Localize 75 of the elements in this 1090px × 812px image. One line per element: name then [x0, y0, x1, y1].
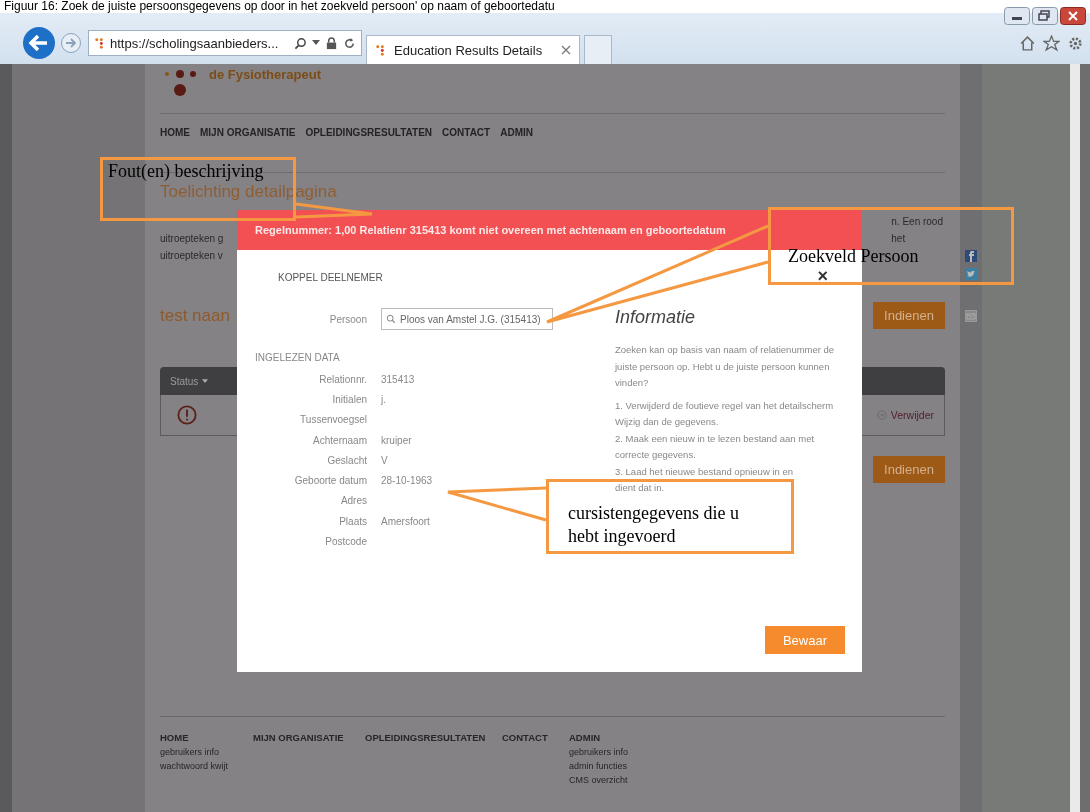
field-value: V [381, 454, 388, 466]
footer-heading[interactable]: HOME [160, 732, 253, 743]
section-label: INGELEZEN DATA [255, 352, 341, 363]
field-label: Relationnr. [318, 373, 367, 385]
field-label: Achternaam [312, 434, 367, 446]
field-label: Tussenvoegsel [299, 414, 367, 426]
document-caption: Figuur 16: Zoek de juiste persoonsgegevens op door in het zoekveld persoon' op naam of geboortedatu [3, 0, 556, 13]
field-value: j. [381, 393, 386, 405]
column-header[interactable]: Status [170, 375, 209, 387]
intro-text: uitroepteken v [160, 249, 224, 263]
intro-text: het [891, 232, 907, 246]
intro-text: n. Een rood [891, 215, 943, 229]
nav-link[interactable]: ADMIN [500, 127, 533, 138]
submit-button[interactable]: Indienen [873, 456, 945, 483]
section-title: test naan [160, 305, 230, 326]
lock-icon [325, 36, 338, 50]
info-step: dient dat in. [615, 480, 837, 497]
field-label: Persoon [328, 313, 367, 325]
settings-icon[interactable] [1067, 34, 1084, 52]
info-heading: Informatie [615, 307, 696, 328]
field-label: Plaats [338, 515, 367, 527]
search-icon [386, 314, 396, 324]
field-value: Amersfoort [381, 515, 430, 527]
footer-link[interactable]: admin functies [569, 761, 629, 771]
info-step: 2. Maak een nieuw in te lezen bestand aan met correcte gegevens. [615, 430, 837, 464]
alert-icon [177, 405, 197, 425]
info-text: Zoeken kan op basis van naam of relatienummer de juiste persoon op. Hebt u de juiste persoon kunnen vinden? [615, 343, 836, 390]
address-bar[interactable]: https://scholingsaanbieders... [88, 30, 362, 56]
nav-link[interactable]: OPLEIDINGSRESULTATEN [305, 127, 433, 138]
field-label: Adres [339, 495, 367, 507]
site-dots-icon [94, 36, 105, 50]
delete-link[interactable]: Verwijder [890, 409, 934, 421]
close-icon[interactable] [561, 45, 571, 55]
footer-heading[interactable]: ADMIN [569, 732, 629, 743]
footer-heading[interactable]: OPLEIDINGSRESULTATEN [365, 732, 502, 743]
star-icon[interactable] [1043, 34, 1060, 52]
footer-link[interactable]: CMS overzicht [569, 775, 629, 785]
close-icon[interactable] [1060, 7, 1086, 25]
refresh-icon[interactable] [343, 36, 356, 50]
field-label: Initialen [331, 393, 367, 405]
callout-text: Fout(en) beschrijving [108, 161, 264, 181]
search-icon[interactable] [294, 36, 307, 50]
field-value: kruiper [381, 434, 412, 446]
info-step: 1. Verwijderd de foutieve regel van het detailscherm Wijzig dan de gegevens. [615, 397, 837, 431]
field-label: Geslacht [326, 454, 367, 466]
field-value: 28-10-1963 [381, 475, 433, 487]
footer-link[interactable]: wachtwoord kwijt [160, 761, 253, 771]
facebook-icon[interactable] [965, 250, 977, 262]
restore-icon[interactable] [1032, 7, 1058, 25]
intro-text: uitroepteken g [160, 232, 224, 246]
dropdown-caret-icon[interactable] [312, 40, 320, 46]
sort-caret-icon [202, 378, 209, 384]
nav-link[interactable]: MIJN ORGANISATIE [200, 127, 296, 138]
browser-tab[interactable]: Education Results Details [366, 35, 580, 64]
footer-heading[interactable]: MIJN ORGANISATIE [253, 732, 365, 743]
close-button[interactable]: × [817, 267, 828, 285]
field-label: Geboorte datum [293, 475, 367, 487]
callout-text: cursistengegevens die u hebt ingevoerd [568, 502, 740, 548]
field-label: Postcode [324, 536, 367, 547]
site-dots-icon [375, 43, 386, 57]
error-message: Regelnummer: 1,00 Relatienr 315413 komt niet overeen met achtenaam en geboortedatum [237, 210, 862, 250]
dialog-title: KOPPEL DEELNEMER [278, 272, 383, 283]
minimize-icon[interactable] [1004, 7, 1030, 25]
url-text: https://scholingsaanbieders... [110, 35, 279, 51]
save-button[interactable]: Bewaar [765, 626, 845, 654]
field-value: 315413 [381, 373, 415, 385]
footer-link[interactable]: gebruikers info [160, 747, 253, 757]
footer-heading[interactable]: CONTACT [502, 732, 569, 743]
person-search-field[interactable]: Ploos van Amstel J.G. (315413) [381, 308, 553, 330]
home-icon[interactable] [1019, 34, 1036, 52]
info-step: 3. Laad het nieuwe bestand opnieuw in en [615, 463, 837, 480]
submit-button[interactable]: Indienen [873, 302, 945, 329]
footer-link[interactable]: gebruikers info [569, 747, 629, 757]
nav-link[interactable]: HOME [160, 127, 190, 138]
nav-link[interactable]: CONTACT [442, 127, 491, 138]
